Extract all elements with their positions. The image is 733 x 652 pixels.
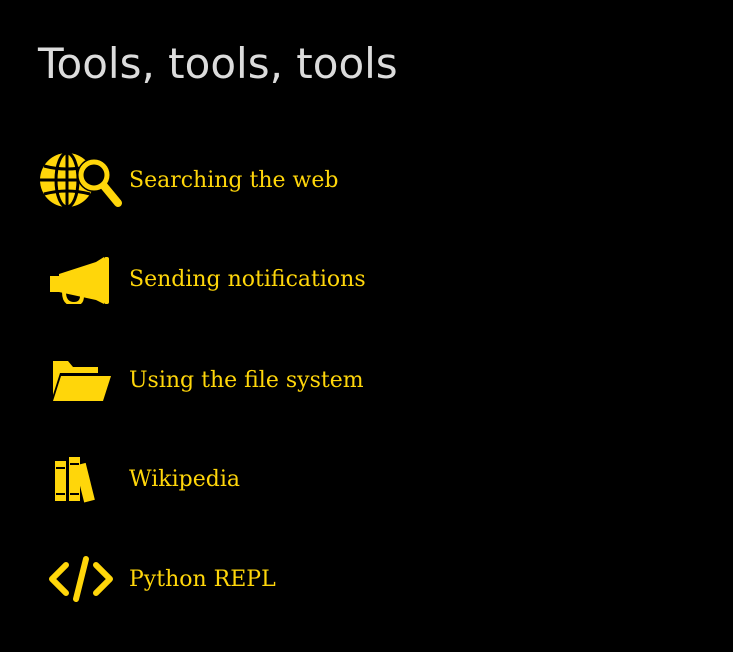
tool-label: Using the file system <box>129 367 364 393</box>
tool-item-wikipedia: Wikipedia <box>38 444 240 514</box>
tool-item-web-search: Searching the web <box>38 145 338 215</box>
tool-label: Searching the web <box>129 167 339 193</box>
tool-item-notifications: Sending notifications <box>38 244 366 314</box>
tool-item-file-system: Using the file system <box>38 345 364 415</box>
megaphone-icon <box>38 244 122 314</box>
tool-item-python-repl: Python REPL <box>38 544 276 614</box>
tool-label: Sending notifications <box>129 266 366 292</box>
code-icon <box>38 544 122 614</box>
tool-label: Wikipedia <box>129 466 240 492</box>
slide: Tools, tools, tools Searching the web Se… <box>0 0 733 652</box>
globe-search-icon <box>38 145 122 215</box>
slide-title: Tools, tools, tools <box>38 39 398 88</box>
books-icon <box>38 444 122 514</box>
tool-label: Python REPL <box>129 566 276 592</box>
folder-open-icon <box>38 345 122 415</box>
